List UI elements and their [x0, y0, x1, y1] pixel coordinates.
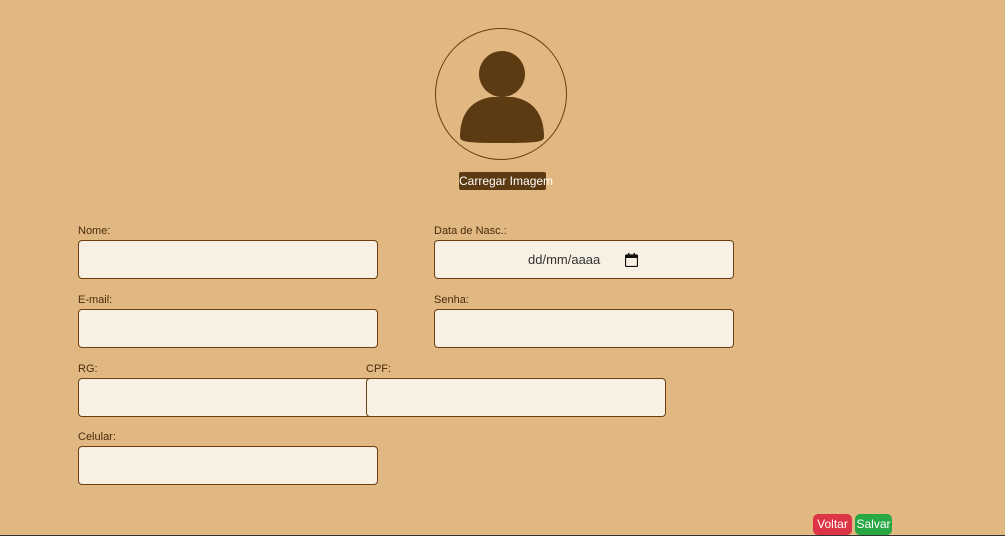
- salvar-button[interactable]: Salvar: [855, 514, 892, 535]
- voltar-button[interactable]: Voltar: [813, 514, 852, 535]
- date-placeholder: dd/mm/aaaa: [528, 252, 601, 267]
- celular-label: Celular:: [78, 431, 116, 443]
- profile-avatar: [435, 28, 567, 160]
- celular-input[interactable]: [78, 446, 378, 485]
- senha-label: Senha:: [434, 294, 469, 306]
- nome-label: Nome:: [78, 225, 111, 237]
- data-nasc-input[interactable]: dd/mm/aaaa: [434, 240, 734, 279]
- cpf-label: CPF:: [366, 363, 392, 375]
- email-label: E-mail:: [78, 294, 113, 306]
- user-silhouette-icon: [460, 51, 544, 143]
- email-input[interactable]: [78, 309, 378, 348]
- senha-input[interactable]: [434, 309, 734, 348]
- upload-image-button[interactable]: Carregar Imagem: [459, 172, 553, 190]
- cpf-input[interactable]: [366, 378, 666, 417]
- data-nasc-label: Data de Nasc.:: [434, 225, 507, 237]
- nome-input[interactable]: [78, 240, 378, 279]
- rg-label: RG:: [78, 363, 98, 375]
- rg-input[interactable]: [78, 378, 378, 417]
- calendar-icon[interactable]: [625, 253, 638, 267]
